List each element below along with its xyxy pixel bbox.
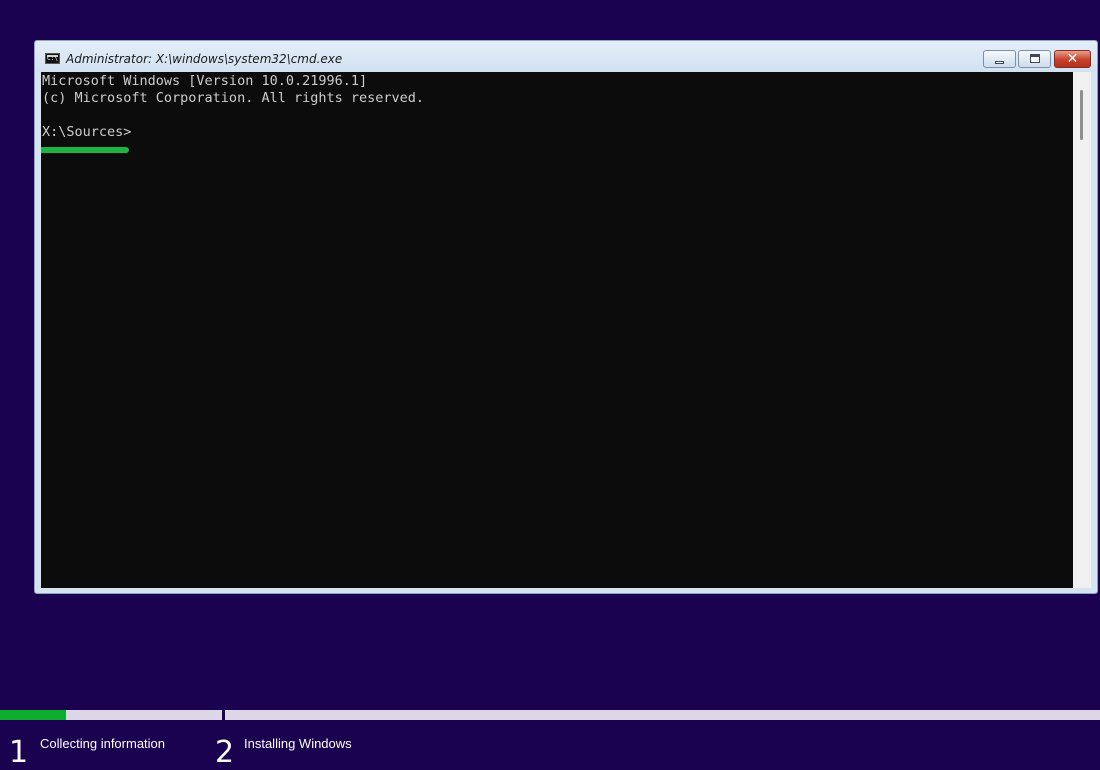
step-1-label: Collecting information	[40, 736, 166, 751]
minimize-button[interactable]	[983, 50, 1016, 68]
scrollbar-thumb[interactable]	[1080, 90, 1083, 140]
minimize-icon	[995, 61, 1004, 64]
command-prompt-window[interactable]: Administrator: X:\windows\system32\cmd.e…	[34, 40, 1098, 594]
maximize-icon	[1030, 54, 1040, 63]
console-app-icon[interactable]	[45, 53, 60, 64]
progress-step-divider	[222, 710, 225, 720]
console-version-line: Microsoft Windows [Version 10.0.21996.1]	[42, 73, 368, 89]
setup-progress-bar	[0, 710, 1100, 720]
window-titlebar[interactable]: Administrator: X:\windows\system32\cmd.e…	[35, 41, 1097, 72]
console-scrollbar[interactable]	[1073, 72, 1091, 588]
window-title: Administrator: X:\windows\system32\cmd.e…	[66, 52, 343, 66]
console-output[interactable]: Microsoft Windows [Version 10.0.21996.1]…	[41, 72, 1073, 588]
step-2-label: Installing Windows	[244, 736, 352, 751]
close-icon: ✕	[1066, 51, 1079, 67]
prompt-highlight-marker	[41, 147, 129, 153]
close-button[interactable]: ✕	[1054, 50, 1091, 68]
setup-progress-fill	[0, 710, 66, 720]
maximize-button[interactable]	[1018, 50, 1051, 68]
command-prompt[interactable]: X:\Sources>	[42, 124, 131, 141]
console-copyright-line: (c) Microsoft Corporation. All rights re…	[42, 90, 425, 106]
